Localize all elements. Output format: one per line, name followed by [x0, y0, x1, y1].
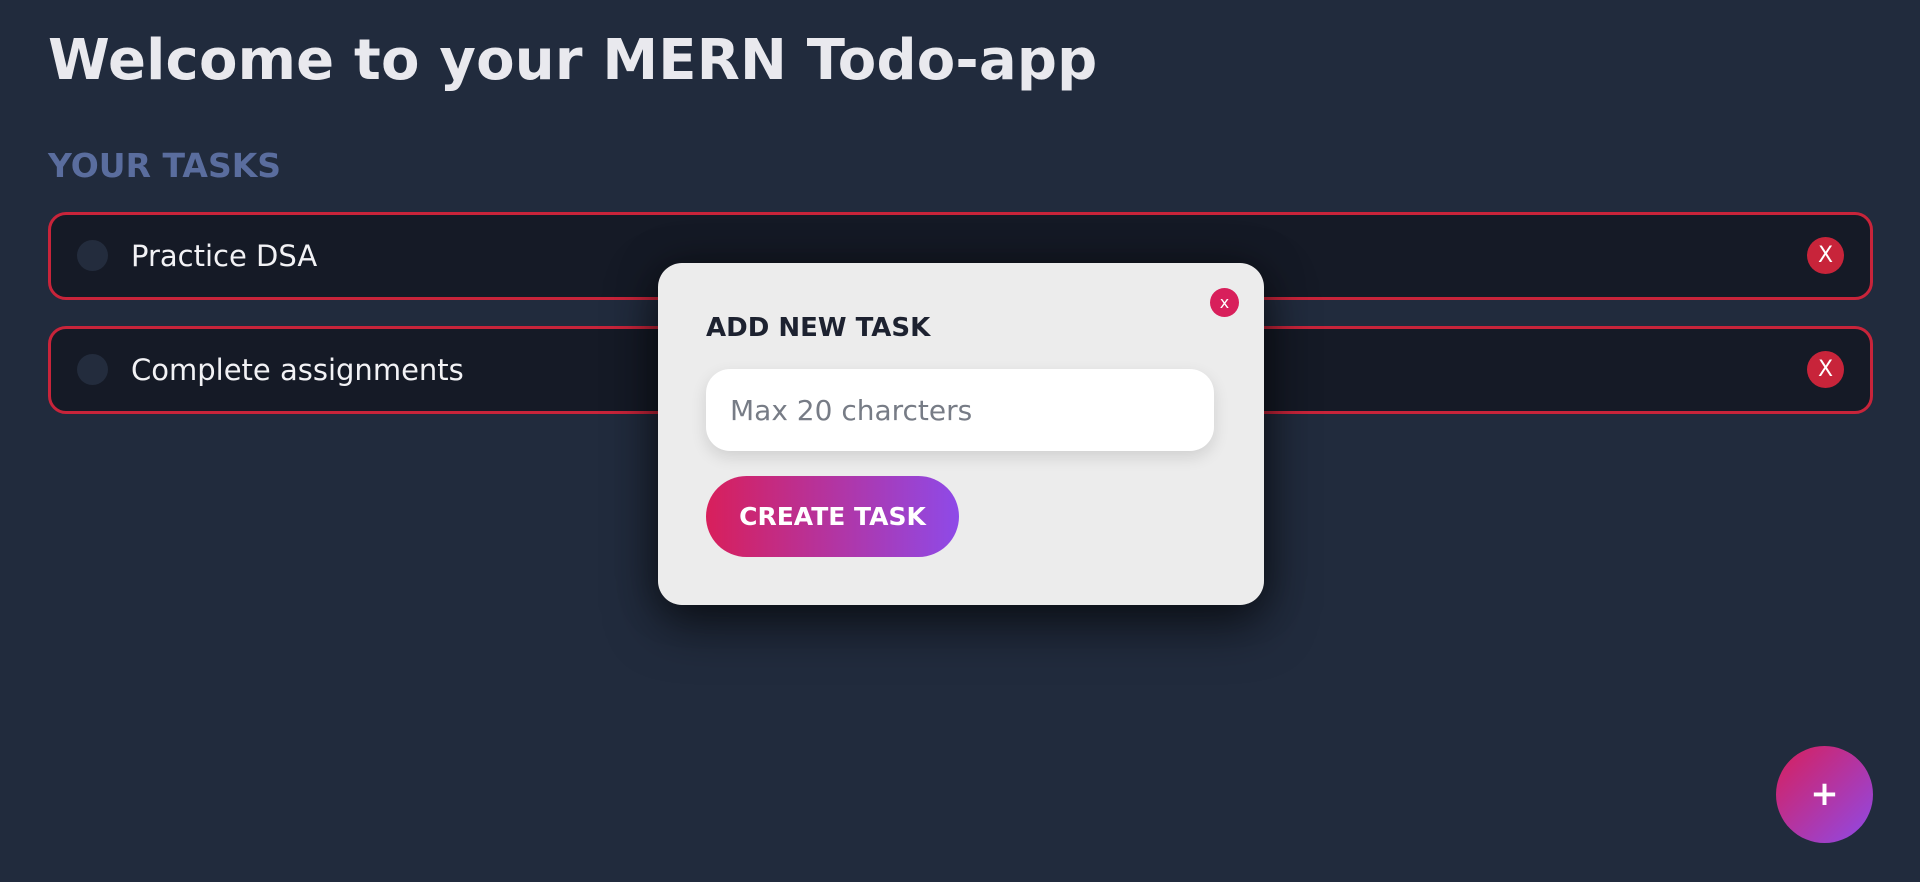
- task-label: Complete assignments: [131, 353, 464, 387]
- add-task-fab-button[interactable]: +: [1776, 746, 1873, 843]
- delete-task-button[interactable]: X: [1807, 237, 1844, 274]
- create-task-button[interactable]: CREATE TASK: [706, 476, 959, 557]
- page-title: Welcome to your MERN Todo-app: [48, 28, 1098, 93]
- task-label: Practice DSA: [131, 239, 318, 273]
- section-title-your-tasks: YOUR TASKS: [48, 146, 282, 185]
- delete-task-button[interactable]: X: [1807, 351, 1844, 388]
- task-complete-toggle[interactable]: [77, 354, 108, 385]
- add-task-modal: x ADD NEW TASK CREATE TASK: [658, 263, 1264, 605]
- task-complete-toggle[interactable]: [77, 240, 108, 271]
- task-name-input[interactable]: [706, 369, 1214, 451]
- close-modal-button[interactable]: x: [1210, 288, 1239, 317]
- modal-title: ADD NEW TASK: [706, 313, 931, 343]
